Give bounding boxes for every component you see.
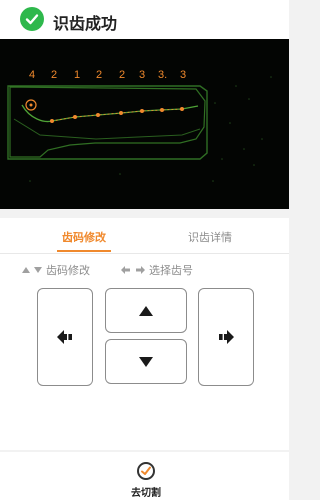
check-circle-icon (137, 462, 155, 480)
active-tab-indicator (57, 250, 111, 252)
depth-code-label: 2 (119, 69, 125, 81)
depth-code-label: 4 (29, 69, 35, 81)
tab-recognition-details[interactable]: 识齿详情 (188, 229, 232, 245)
check-circle-icon (20, 7, 44, 31)
increase-depth-button[interactable] (105, 288, 187, 333)
hint-select-tooth: 选择齿号 (121, 262, 193, 278)
arrow-right-icon (136, 266, 145, 274)
hint-modify-code: 齿码修改 (22, 262, 90, 278)
section-divider (0, 209, 289, 218)
triangle-down-icon (34, 267, 42, 273)
depth-code-label: 3 (180, 69, 186, 81)
triangle-down-icon (139, 356, 153, 367)
decrease-depth-button[interactable] (105, 339, 187, 384)
next-tooth-button[interactable] (198, 288, 254, 386)
arrow-right-icon (219, 330, 234, 344)
top-bar: 识齿成功 (0, 0, 289, 39)
triangle-up-icon (22, 267, 30, 273)
bottom-bar: 去切割 (0, 452, 289, 500)
hint-select-tooth-label: 选择齿号 (149, 265, 193, 277)
depth-code-label: 3 (139, 69, 145, 81)
key-scan-image: 4 2 1 2 2 3 3. 3 (0, 39, 289, 209)
previous-tooth-button[interactable] (37, 288, 93, 386)
edit-panel: 齿码修改 识齿详情 齿码修改 选择齿号 (0, 218, 289, 450)
tab-code-modify[interactable]: 齿码修改 (62, 229, 106, 245)
depth-code-label: 1 (74, 69, 80, 81)
control-hints: 齿码修改 选择齿号 (0, 262, 289, 278)
tab-bar: 齿码修改 识齿详情 (0, 218, 289, 254)
triangle-up-icon (139, 305, 153, 316)
go-cut-label: 去切割 (131, 488, 161, 499)
depth-code-label: 2 (96, 69, 102, 81)
hint-modify-code-label: 齿码修改 (46, 265, 90, 277)
depth-code-label: 3. (158, 69, 167, 81)
arrow-left-icon (121, 266, 130, 274)
go-cut-button[interactable]: 去切割 (118, 458, 174, 500)
depth-code-label: 2 (51, 69, 57, 81)
arrow-left-icon (57, 330, 72, 344)
page-title: 识齿成功 (53, 16, 118, 33)
